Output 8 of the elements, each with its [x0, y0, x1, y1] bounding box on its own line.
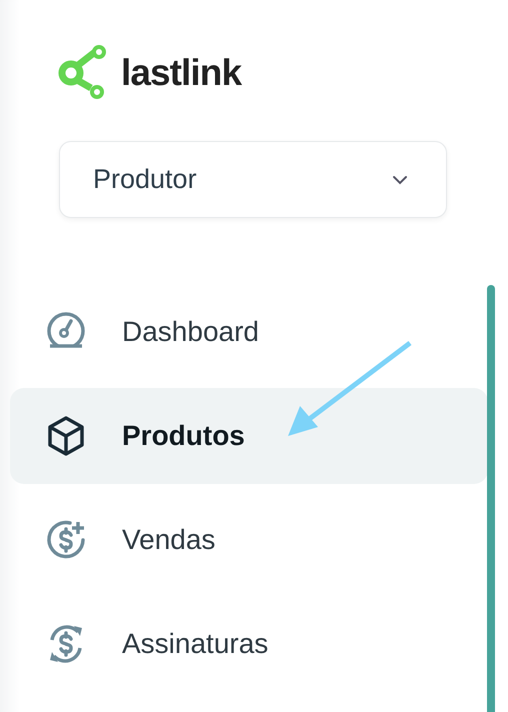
- logo-text: lastlink: [121, 54, 242, 90]
- nav-item[interactable]: Assinaturas: [10, 596, 488, 692]
- nav-item[interactable]: Dashboard: [10, 284, 488, 380]
- nav-item[interactable]: Vendas: [10, 492, 488, 588]
- nav-item[interactable]: Produtos: [10, 388, 488, 484]
- role-dropdown[interactable]: Produtor: [59, 141, 447, 218]
- chevron-down-icon: [392, 174, 408, 184]
- scrollbar[interactable]: [487, 285, 495, 712]
